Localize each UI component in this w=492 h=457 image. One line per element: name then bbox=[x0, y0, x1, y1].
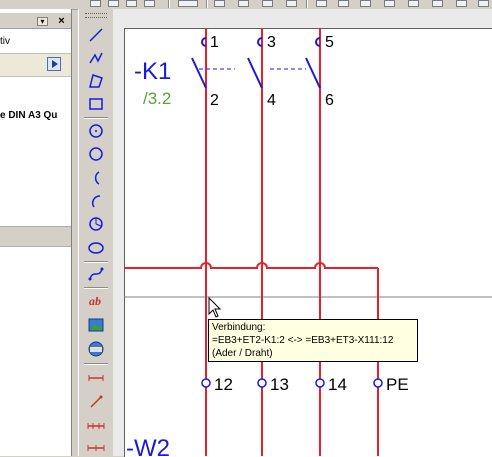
terminal-label-13: 13 bbox=[270, 375, 289, 394]
terminal-pe-circle bbox=[373, 378, 383, 388]
contact-blade-1 bbox=[191, 57, 207, 89]
schematic-drawing[interactable]: -K1 /3.2 -W2 1 3 5 2 4 6 12 13 14 PE bbox=[0, 0, 492, 456]
wire-horizontal-jumper bbox=[124, 262, 378, 269]
terminal-label-14: 14 bbox=[328, 375, 347, 394]
cable-tag-label: -W2 bbox=[126, 435, 170, 456]
terminal-label-12: 12 bbox=[214, 375, 233, 394]
tooltip-line-2: =EB3+ET2-K1:2 <-> =EB3+ET3-X111:12 bbox=[212, 335, 394, 346]
pin-label-top-3: 3 bbox=[267, 34, 276, 51]
device-tag-label: -K1 bbox=[134, 58, 171, 85]
pin-label-bottom-2: 2 bbox=[210, 92, 219, 109]
pin-label-top-5: 5 bbox=[325, 34, 334, 51]
tooltip-line-3: (Ader / Draht) bbox=[212, 348, 273, 359]
terminal-14-circle bbox=[315, 378, 325, 388]
contact-blade-3 bbox=[305, 57, 321, 89]
terminal-13-circle bbox=[257, 378, 267, 388]
pin-label-top-1: 1 bbox=[210, 34, 219, 51]
pin-label-bottom-6: 6 bbox=[325, 92, 334, 109]
connection-tooltip: Verbindung: =EB3+ET2-K1:2 <-> =EB3+ET3-X… bbox=[208, 319, 418, 362]
tooltip-line-1: Verbindung: bbox=[212, 322, 266, 333]
pin-label-bottom-4: 4 bbox=[267, 92, 276, 109]
contact-blade-2 bbox=[247, 57, 263, 89]
mouse-cursor-icon bbox=[208, 296, 222, 318]
terminal-12-circle bbox=[201, 378, 211, 388]
device-reference-label: /3.2 bbox=[143, 89, 171, 108]
terminal-label-pe: PE bbox=[386, 375, 409, 394]
